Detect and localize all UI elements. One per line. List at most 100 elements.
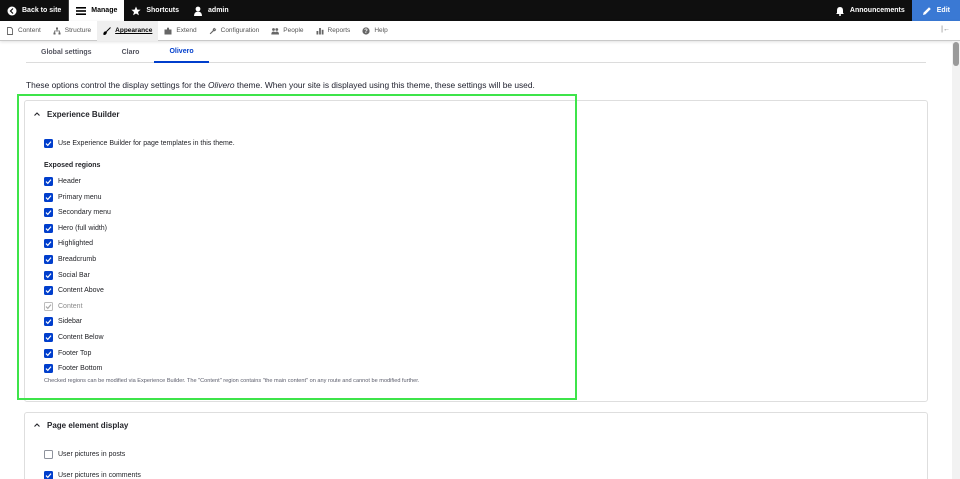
hero-full-width-checkbox[interactable] [44,223,53,233]
puzzle-icon [164,27,172,35]
tray-item-content[interactable]: Content [0,21,47,41]
primary-menu-label: Primary menu [58,193,102,201]
manage-label: Manage [91,7,118,14]
tray-item-label: Appearance [115,27,153,34]
user-label: admin [208,7,229,14]
toolbar-tray: Content Structure Appearance Extend Conf… [0,20,960,41]
footer-top-checkbox[interactable] [44,348,53,358]
checkbox-row-user-pictures-in-posts: User pictures in posts [44,450,125,459]
user-pictures-in-posts-label: User pictures in posts [58,451,126,458]
social-bar-label: Social Bar [58,271,90,279]
checkbox-row-breadcrumb: Breadcrumb [44,255,96,264]
checkbox-row-footer-top: Footer Top [44,348,92,358]
checkbox-row-content: Content [44,301,83,311]
checkbox-row-footer-bottom: Footer Bottom [44,364,103,374]
manage-button[interactable]: Manage [69,0,125,21]
checkbox-row-hero-full-width: Hero (full width) [44,223,108,233]
user-icon [193,6,203,16]
intro-theme-name: Olivero [208,80,235,90]
tray-item-extend[interactable]: Extend [158,21,202,41]
social-bar-checkbox[interactable] [44,270,53,280]
tray-item-structure[interactable]: Structure [47,21,97,41]
footer-top-label: Footer Top [58,349,92,357]
footer-bottom-label: Footer Bottom [58,365,103,373]
content-above-checkbox[interactable] [44,286,53,296]
tray-item-label: Content [18,27,41,34]
content-below-checkbox[interactable] [44,333,53,342]
sidebar-checkbox[interactable] [44,317,53,327]
tab-global-settings[interactable]: Global settings [26,41,107,63]
checkbox-row-user-pictures-in-comments: User pictures in comments [44,471,141,479]
bar-chart-icon [316,27,324,35]
page-element-display-toggle[interactable]: Page element display [25,413,927,437]
breadcrumb-label: Breadcrumb [58,256,97,263]
checkbox-row-primary-menu: Primary menu [44,192,102,202]
content-checkbox [44,301,53,311]
sidebar-label: Sidebar [58,318,83,326]
back-to-site-label: Back to site [22,7,62,14]
intro-before: These options control the display settin… [26,80,209,90]
tray-orientation-toggle[interactable]: |← [941,26,950,33]
people-icon [271,27,280,35]
tray-item-configuration[interactable]: Configuration [203,21,266,41]
tab-olivero[interactable]: Olivero [154,41,209,63]
tray-item-label: Configuration [220,27,260,34]
chevron-up-icon [33,421,41,429]
page-element-display-fieldset: Page element display [24,412,928,479]
question-icon: ? [362,26,370,35]
wrench-icon [209,27,217,35]
pencil-icon [922,6,932,16]
svg-text:?: ? [364,29,368,35]
tray-item-people[interactable]: People [265,21,309,41]
content-below-label: Content Below [58,334,104,341]
shortcuts-label: Shortcuts [146,7,180,14]
edit-label: Edit [936,7,950,14]
hamburger-icon [76,6,87,16]
tray-item-appearance[interactable]: Appearance [97,20,159,41]
checkbox-row-header: Header [44,177,81,186]
tray-item-label: People [283,27,304,34]
checkbox-row-sidebar: Sidebar [44,317,83,327]
bell-icon [835,6,845,16]
intro-after: theme. When your site is displayed using… [234,80,535,90]
user-pictures-in-posts-checkbox[interactable] [44,450,53,459]
star-icon [131,6,141,16]
edit-button[interactable]: Edit [911,0,960,21]
highlighted-checkbox[interactable] [44,239,53,249]
admin-toolbar: Back to site Manage Shortcuts admin Anno… [0,0,960,21]
tab-claro[interactable]: Claro [107,41,155,63]
primary-menu-checkbox[interactable] [44,192,53,202]
back-to-site-button[interactable]: Back to site [0,0,70,21]
exposed-regions-title: Exposed regions [44,162,101,169]
file-icon [6,26,14,35]
sitemap-icon [53,27,61,35]
content-label: Content [58,302,83,310]
checkbox-row-content-above: Content Above [44,286,104,296]
intro-text: These options control the display settin… [26,80,535,90]
tray-item-help[interactable]: ? Help [356,21,393,41]
use-experience-builder-checkbox[interactable] [44,139,53,148]
user-pictures-in-comments-checkbox[interactable] [44,471,53,479]
checkbox-row-content-below: Content Below [44,333,104,342]
page-scrollbar[interactable] [952,41,960,479]
hero-full-width-label: Hero (full width) [58,224,108,232]
shortcuts-button[interactable]: Shortcuts [124,0,186,21]
content-above-label: Content Above [58,287,104,295]
secondary-menu-label: Secondary menu [58,209,111,217]
scrollbar-thumb[interactable] [953,42,959,66]
secondary-menu-checkbox[interactable] [44,208,53,218]
breadcrumb-checkbox[interactable] [44,255,53,264]
theme-tabs: Global settings Claro Olivero [26,41,926,63]
footer-bottom-checkbox[interactable] [44,364,53,374]
page-element-display-legend: Page element display [47,420,129,430]
use-experience-builder-label: Use Experience Builder for page template… [58,140,235,147]
tray-item-label: Structure [64,27,92,34]
arrow-left-circle-icon [7,6,17,16]
tray-item-reports[interactable]: Reports [310,21,357,41]
checkbox-row-social-bar: Social Bar [44,270,90,280]
highlighted-label: Highlighted [58,240,94,248]
announcements-label: Announcements [849,7,905,14]
announcements-button[interactable]: Announcements [828,0,912,21]
user-button[interactable]: admin [186,0,236,21]
header-checkbox[interactable] [44,177,53,186]
